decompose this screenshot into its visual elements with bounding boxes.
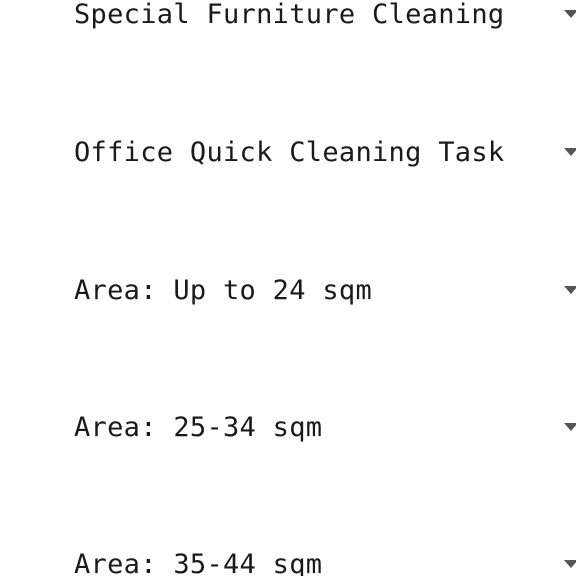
- chevron-down-icon[interactable]: [564, 423, 576, 431]
- accordion-item-office-quick-cleaning-task[interactable]: Office Quick Cleaning Task: [0, 133, 576, 173]
- accordion-item-label: Special Furniture Cleaning: [74, 0, 505, 30]
- chevron-down-icon[interactable]: [564, 286, 576, 294]
- accordion-item-area-25-34[interactable]: Area: 25-34 sqm: [0, 408, 576, 448]
- accordion-item-area-35-44[interactable]: Area: 35-44 sqm: [0, 545, 576, 576]
- accordion-item-special-furniture-cleaning[interactable]: Special Furniture Cleaning: [0, 0, 576, 35]
- chevron-down-icon[interactable]: [564, 148, 576, 156]
- chevron-down-icon[interactable]: [564, 10, 576, 18]
- accordion-item-label: Area: 25-34 sqm: [74, 412, 323, 443]
- chevron-down-icon[interactable]: [564, 560, 576, 568]
- accordion-item-label: Area: Up to 24 sqm: [74, 275, 372, 306]
- service-accordion: Special Furniture Cleaning Office Quick …: [0, 0, 576, 576]
- accordion-item-label: Area: 35-44 sqm: [74, 549, 323, 576]
- accordion-item-area-up-to-24[interactable]: Area: Up to 24 sqm: [0, 271, 576, 311]
- accordion-item-label: Office Quick Cleaning Task: [74, 137, 505, 168]
